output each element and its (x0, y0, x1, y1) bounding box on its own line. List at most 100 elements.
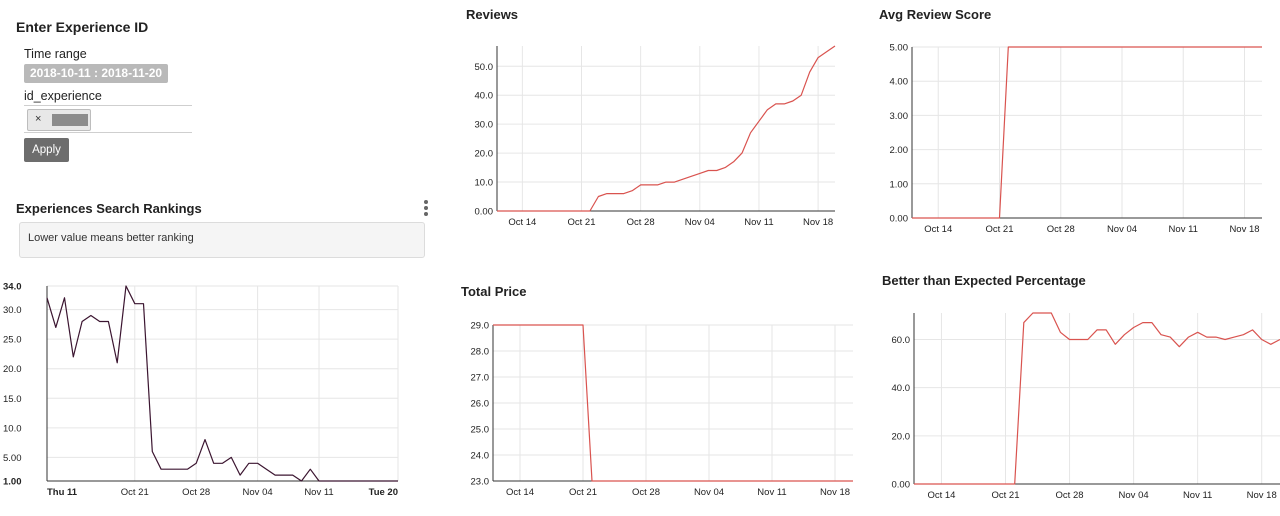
redacted-experience-id (52, 114, 88, 126)
data-point (134, 303, 136, 305)
data-point (344, 480, 346, 482)
time-range-label: Time range (24, 47, 87, 61)
x-tick-label: Nov 18 (1229, 224, 1259, 235)
time-range-value[interactable]: 2018-10-11 : 2018-11-20 (24, 64, 169, 83)
data-point (1224, 338, 1226, 340)
x-tick-label: Nov 18 (803, 217, 833, 228)
data-point (766, 109, 768, 111)
data-point (1133, 326, 1135, 328)
rankings-note-box: Lower value means better ranking (19, 222, 425, 258)
y-tick-label: 0.00 (892, 480, 911, 491)
y-tick-label: 26.0 (471, 399, 490, 410)
data-point (1014, 483, 1016, 485)
data-point (1096, 329, 1098, 331)
data-point (582, 324, 584, 326)
y-tick-label: 30.0 (475, 120, 494, 131)
data-point (371, 480, 373, 482)
data-point (682, 178, 684, 180)
x-tick-label: Oct 21 (568, 217, 596, 228)
y-tick-label: 5.00 (890, 43, 909, 54)
better-chart: 0.00 20.0 40.0 60.0 Oct 14 Oct 21 Oct 28 Nov 04… (892, 312, 1280, 501)
data-point (55, 326, 57, 328)
reviews-title: Reviews (466, 7, 519, 22)
x-tick-label: Nov 04 (694, 487, 724, 498)
id-experience-label: id_experience (24, 89, 102, 103)
data-point (1069, 338, 1071, 340)
y-tick-label: 30.0 (3, 305, 22, 316)
data-point (1233, 336, 1235, 338)
y-tick-label: 29.0 (471, 321, 490, 332)
more-options-icon[interactable] (421, 200, 431, 216)
data-point (1078, 338, 1080, 340)
filters-title: Enter Experience ID (16, 19, 149, 35)
data-point (265, 468, 267, 470)
data-point (547, 210, 549, 212)
x-tick-label: Oct 28 (1047, 224, 1075, 235)
y-tick-label: 40.0 (475, 91, 494, 102)
data-point (397, 480, 399, 482)
data-point (222, 462, 224, 464)
data-point (733, 161, 735, 163)
x-tick-label: Nov 18 (820, 487, 850, 498)
apply-button[interactable]: Apply (24, 138, 69, 162)
data-point (716, 169, 718, 171)
x-tick-label: Nov 11 (304, 487, 333, 498)
data-point (741, 152, 743, 154)
y-tick-label: 0.00 (475, 207, 494, 218)
data-point (775, 103, 777, 105)
data-point (379, 480, 381, 482)
x-tick-label: Oct 21 (569, 487, 597, 498)
data-point (239, 474, 241, 476)
y-tick-label: 23.0 (471, 477, 490, 488)
data-point (623, 193, 625, 195)
data-point (81, 320, 83, 322)
data-point (521, 210, 523, 212)
data-point (274, 474, 276, 476)
data-point (591, 480, 593, 482)
data-point (724, 167, 726, 169)
data-point (362, 480, 364, 482)
y-tick-label: 28.0 (471, 347, 490, 358)
data-point (496, 210, 498, 212)
total-price-title: Total Price (461, 284, 527, 299)
selected-experience-tag: × (27, 109, 91, 131)
id-experience-select[interactable]: × (24, 105, 192, 133)
data-point (1261, 338, 1263, 340)
data-point (699, 172, 701, 174)
y-tick-label: 5.00 (3, 453, 22, 464)
data-point (1261, 46, 1263, 48)
y-tick-label: 4.00 (890, 77, 909, 88)
data-point (1206, 336, 1208, 338)
data-point (504, 210, 506, 212)
data-point (792, 100, 794, 102)
data-point (1215, 336, 1217, 338)
data-point (758, 120, 760, 122)
data-point (169, 468, 171, 470)
data-point (1142, 322, 1144, 324)
data-point (513, 210, 515, 212)
data-point (614, 193, 616, 195)
x-tick-label: Nov 04 (685, 217, 715, 228)
data-point (1270, 343, 1272, 345)
y-tick-label: 2.00 (890, 145, 909, 156)
data-point (1023, 322, 1025, 324)
data-point (116, 362, 118, 364)
y-tick-label: 20.0 (475, 149, 494, 160)
data-point (657, 184, 659, 186)
data-point (665, 181, 667, 183)
y-tick-label: 10.0 (3, 423, 22, 434)
data-point (826, 51, 828, 53)
x-tick-label: Thu 11 (47, 487, 78, 498)
remove-tag-icon[interactable]: × (35, 113, 41, 125)
data-point (143, 303, 145, 305)
x-tick-label: Oct 21 (992, 490, 1020, 501)
data-point (46, 297, 48, 299)
avg-score-title: Avg Review Score (879, 7, 992, 22)
data-point (589, 210, 591, 212)
data-point (1007, 46, 1009, 48)
data-point (1123, 334, 1125, 336)
data-point (1032, 312, 1034, 314)
y-tick-label: 1.00 (890, 179, 909, 190)
data-point (292, 474, 294, 476)
data-point (64, 297, 66, 299)
